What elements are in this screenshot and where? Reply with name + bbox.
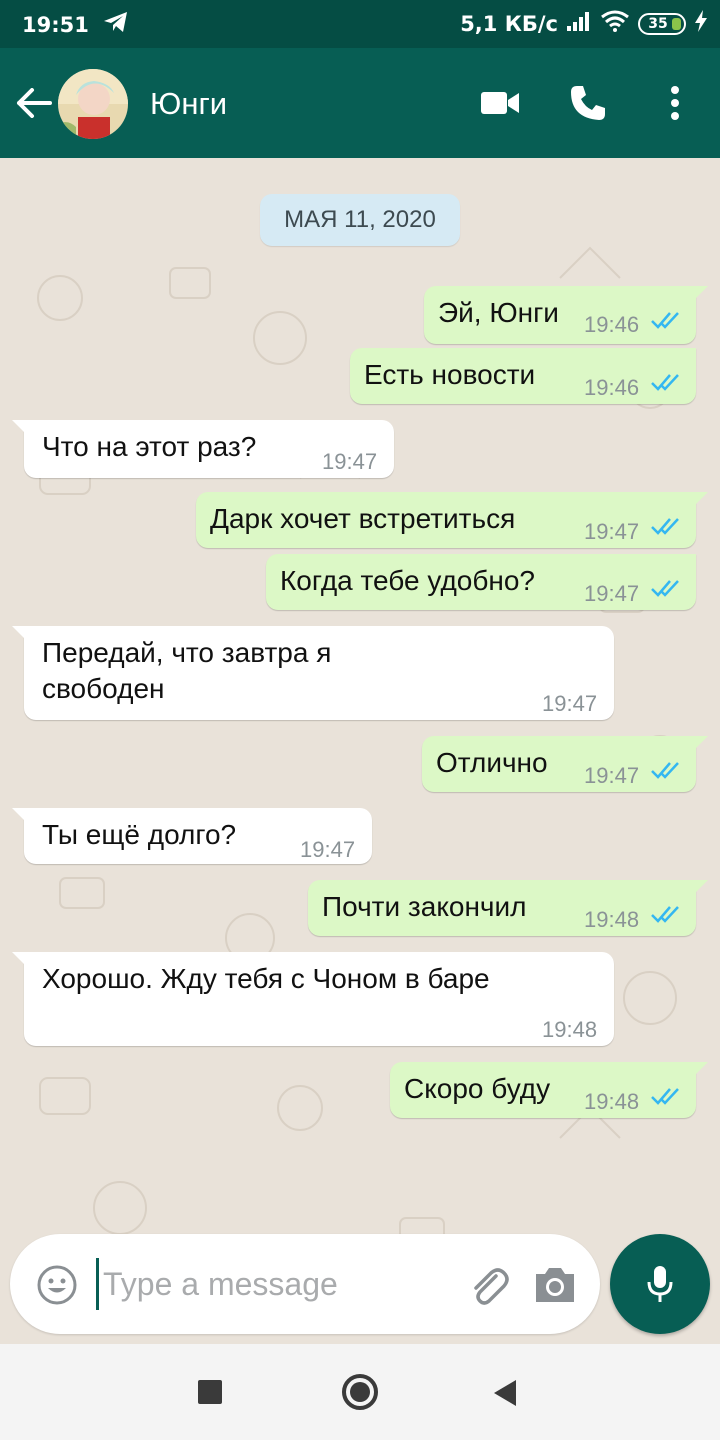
message-input[interactable]	[96, 1258, 456, 1310]
video-call-icon[interactable]	[476, 81, 524, 125]
message-time: 19:48	[542, 1017, 598, 1042]
message-time: 19:47	[542, 691, 598, 716]
network-speed: 5,1 КБ/с	[460, 11, 558, 36]
message-text: Эй, Юнги	[438, 297, 559, 328]
chat-header: Юнги	[0, 48, 720, 158]
message-time: 19:47	[584, 581, 640, 606]
contact-name[interactable]: Юнги	[150, 86, 227, 122]
double-check-icon	[651, 374, 679, 391]
camera-icon[interactable]	[532, 1264, 578, 1306]
home-icon[interactable]	[342, 1374, 378, 1410]
attachment-icon[interactable]	[466, 1264, 512, 1310]
message-incoming[interactable]: Что на этот раз? 19:47	[12, 420, 394, 478]
double-check-icon	[651, 1088, 679, 1105]
emoji-icon[interactable]	[36, 1264, 78, 1306]
message-text: Почти закончил	[322, 891, 527, 922]
phone-call-icon[interactable]	[566, 81, 610, 125]
message-text: Ты ещё долго?	[42, 819, 237, 850]
message-incoming[interactable]: Ты ещё долго? 19:47	[12, 808, 372, 864]
message-outgoing[interactable]: Дарк хочет встретиться 19:47	[196, 492, 708, 548]
battery-icon: 35	[638, 12, 686, 35]
message-outgoing[interactable]: Почти закончил 19:48	[308, 880, 708, 936]
message-time: 19:47	[584, 763, 640, 788]
double-check-icon	[651, 580, 679, 597]
message-time: 19:46	[584, 312, 640, 337]
message-outgoing[interactable]: Когда тебе удобно? 19:47	[266, 554, 696, 610]
message-text: Что на этот раз?	[42, 431, 257, 462]
telegram-icon	[103, 11, 129, 38]
message-time: 19:48	[584, 907, 640, 932]
status-bar: 19:51 5,1 КБ/с 35	[0, 0, 720, 48]
voice-message-button[interactable]	[610, 1234, 710, 1334]
status-time: 19:51	[22, 12, 89, 37]
message-text: Отлично	[436, 747, 548, 778]
system-nav-bar	[0, 1344, 720, 1440]
double-check-icon	[651, 312, 679, 329]
charging-icon	[694, 10, 708, 37]
message-text: Когда тебе удобно?	[280, 565, 535, 596]
recent-apps-icon[interactable]	[198, 1380, 222, 1404]
chat-area[interactable]: МАЯ 11, 2020 Эй, Юнги 19:46 Есть новости…	[0, 158, 720, 1344]
message-text: Хорошо. Жду тебя с Чоном в баре	[42, 963, 490, 994]
message-outgoing[interactable]: Есть новости 19:46	[350, 348, 696, 404]
message-outgoing[interactable]: Скоро буду 19:48	[390, 1062, 708, 1118]
microphone-icon	[647, 1266, 673, 1302]
double-check-icon	[651, 906, 679, 923]
double-check-icon	[651, 762, 679, 779]
message-incoming[interactable]: Хорошо. Жду тебя с Чоном в баре 19:48	[12, 952, 614, 1046]
message-incoming[interactable]: Передай, что завтра я свободен 19:47	[12, 626, 614, 720]
message-text: Дарк хочет встретиться	[210, 503, 516, 534]
battery-level: 35	[648, 15, 668, 32]
message-time: 19:47	[584, 519, 640, 544]
message-time: 19:47	[322, 449, 378, 474]
date-chip: МАЯ 11, 2020	[260, 194, 460, 246]
back-arrow-icon[interactable]	[12, 81, 56, 125]
message-composer	[10, 1234, 600, 1334]
message-outgoing[interactable]: Отлично 19:47	[422, 736, 708, 792]
message-text: Есть новости	[364, 359, 536, 390]
signal-icon	[566, 10, 592, 37]
message-time: 19:47	[300, 837, 356, 862]
message-time: 19:48	[584, 1089, 640, 1114]
message-text: Скоро буду	[404, 1073, 551, 1104]
message-outgoing[interactable]: Эй, Юнги 19:46	[424, 286, 708, 344]
message-text: Передай, что завтра я свободен	[42, 637, 332, 704]
message-time: 19:46	[584, 375, 640, 400]
nav-back-icon[interactable]	[494, 1380, 516, 1406]
double-check-icon	[651, 518, 679, 535]
wifi-icon	[600, 10, 630, 37]
more-options-icon[interactable]	[655, 81, 695, 125]
avatar[interactable]	[58, 69, 128, 139]
